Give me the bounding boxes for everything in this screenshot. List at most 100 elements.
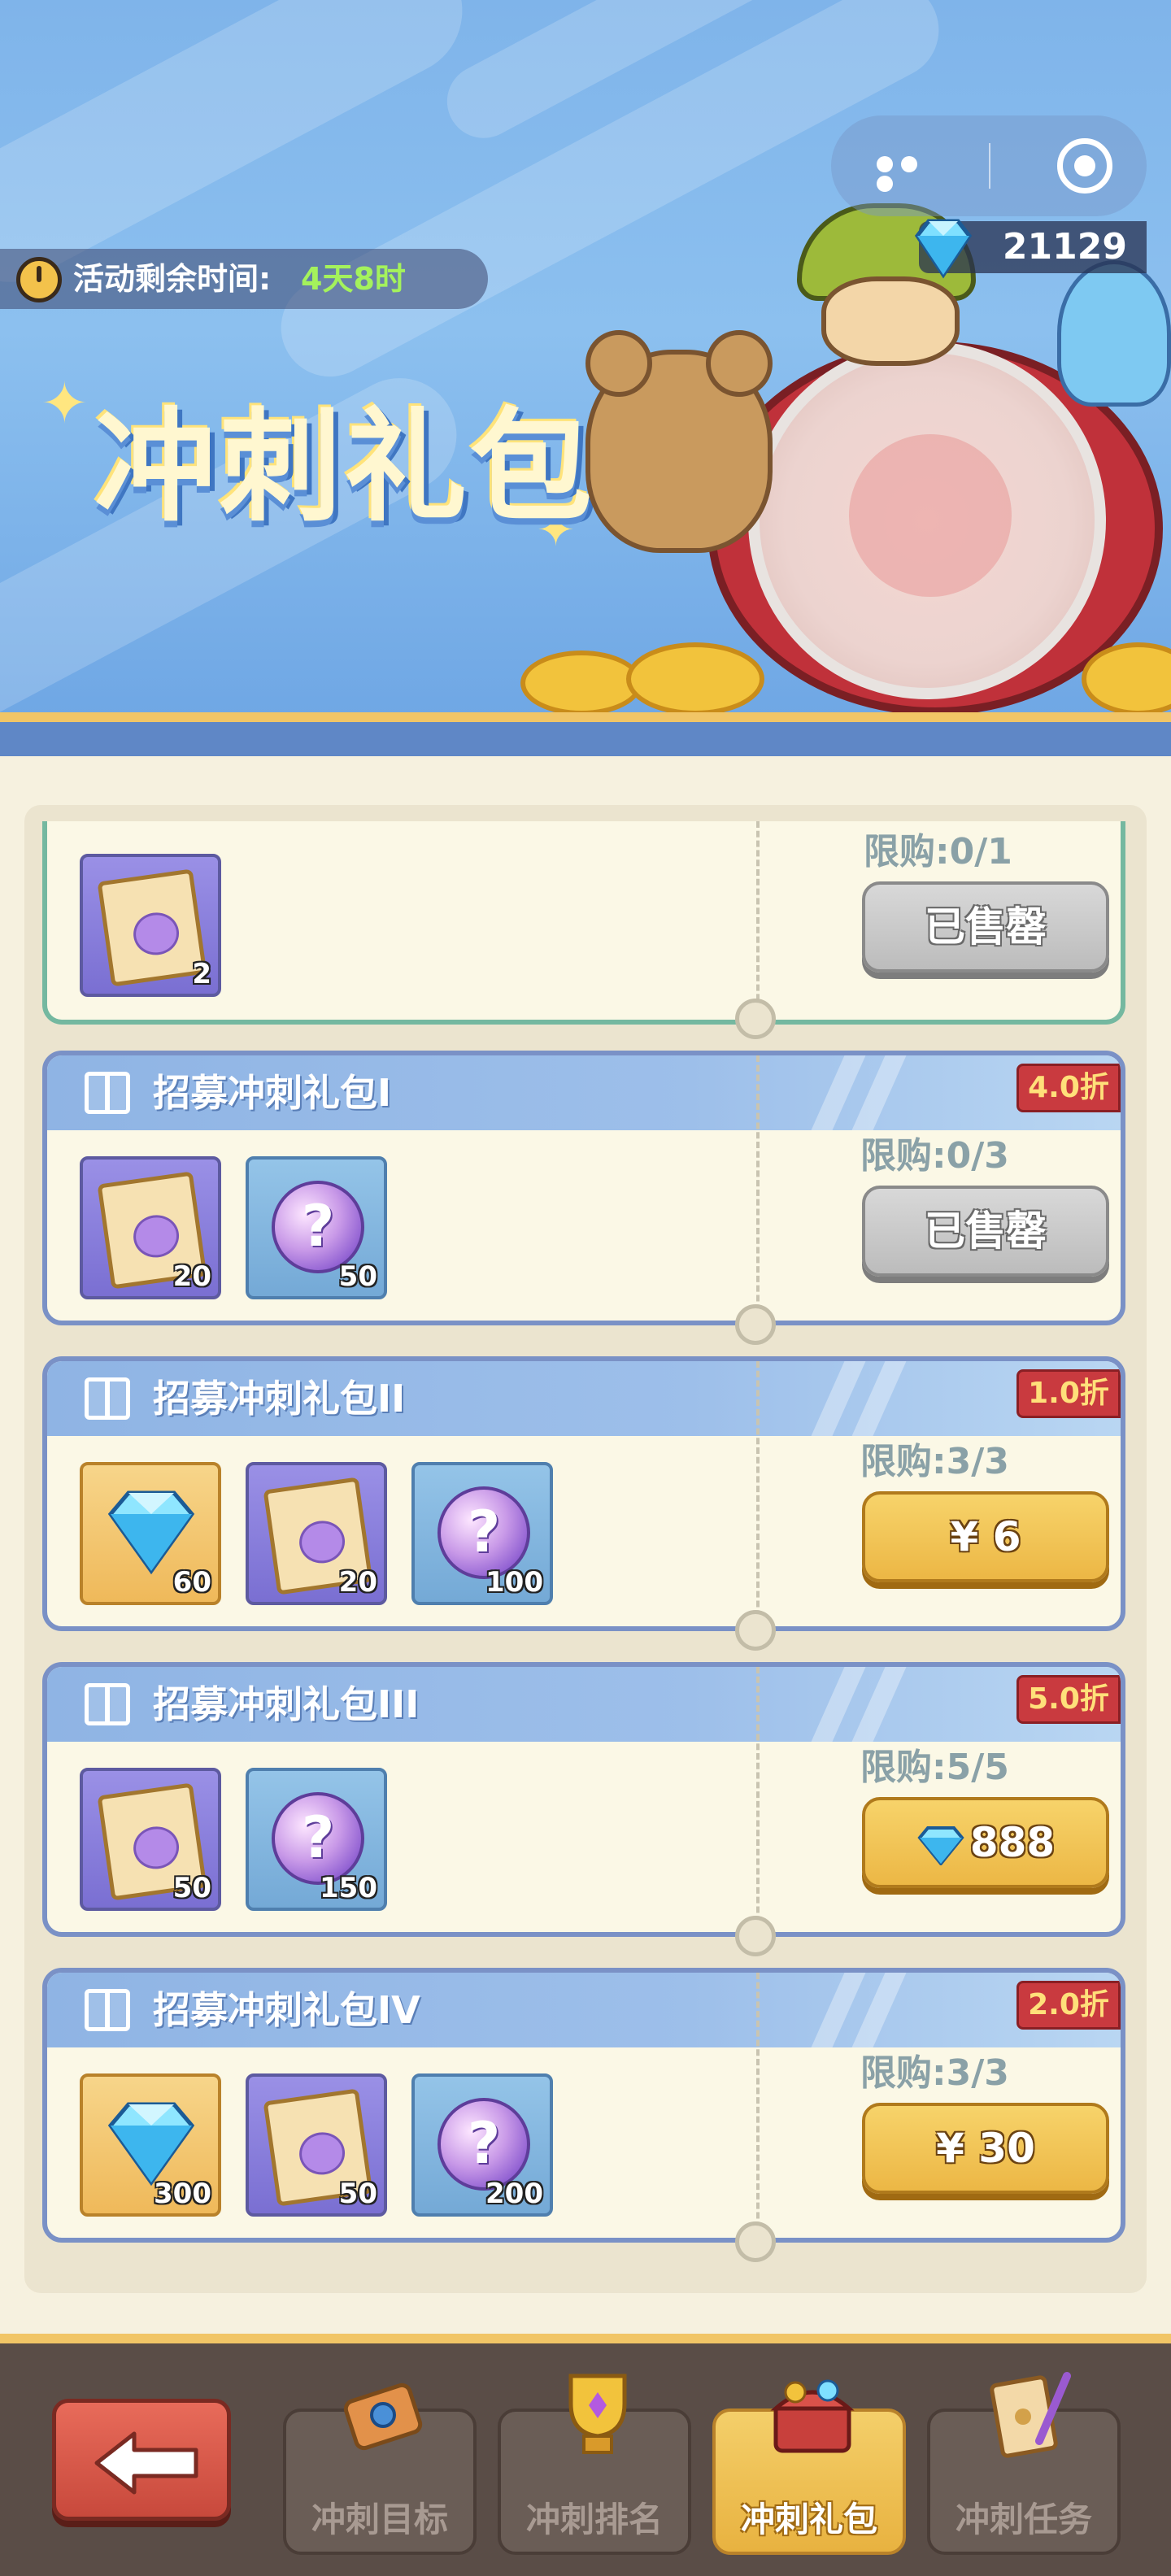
purchase-limit: 限购:5/5 — [860, 1747, 1009, 1788]
item-quantity: 300 — [154, 2178, 211, 2210]
ticket-notch — [735, 1610, 776, 1651]
tab-sprint-goal[interactable]: 冲刺目标 — [283, 2382, 477, 2555]
reward-item[interactable]: 60 — [80, 1462, 221, 1605]
item-quantity: 20 — [338, 1566, 377, 1599]
back-button[interactable] — [52, 2399, 231, 2521]
reward-item[interactable]: ? 100 — [411, 1462, 553, 1605]
item-quantity: 60 — [172, 1566, 211, 1599]
tab-label: 冲刺目标 — [311, 2500, 448, 2539]
reward-item[interactable]: 20 — [246, 1462, 387, 1605]
bear-character — [586, 330, 773, 553]
mystery-orb-icon: ? — [437, 1486, 530, 1579]
arrow-left-icon — [94, 2431, 198, 2495]
tab-label: 冲刺任务 — [955, 2500, 1092, 2539]
item-quantity: 50 — [338, 2178, 377, 2210]
panel-border — [0, 712, 1171, 761]
discount-badge: 5.0折 — [1016, 1675, 1121, 1724]
gift-icon — [85, 1683, 130, 1725]
item-quantity: 100 — [485, 1566, 543, 1599]
sold-out-button[interactable]: 已售罄 — [862, 1186, 1109, 1277]
close-target-icon[interactable] — [1057, 138, 1112, 194]
gift-icon — [85, 1989, 130, 2031]
pack-name: 招募冲刺礼包I — [153, 1071, 392, 1115]
page-title: 冲刺礼包 — [94, 397, 596, 538]
sold-out-button[interactable]: 已售罄 — [862, 881, 1109, 973]
gem-balance: 21129 — [914, 219, 1147, 279]
mystery-orb-icon: ? — [272, 1181, 364, 1273]
recruit-scroll-icon — [97, 868, 207, 987]
buy-button[interactable]: ¥ 6 — [862, 1491, 1109, 1582]
gift-pack-card: 招募冲刺礼包I 4.0折 20 ? 50 限购:0/3 已售罄 — [42, 1051, 1125, 1325]
discount-badge: 4.0折 — [1016, 1064, 1121, 1112]
diamond-icon — [107, 2102, 195, 2187]
treasure-chest-icon — [770, 2379, 855, 2453]
gold-coin — [626, 642, 764, 716]
event-timer: 活动剩余时间: 4天8时 — [0, 249, 488, 309]
pack-header: 招募冲刺礼包III — [47, 1667, 1121, 1742]
timer-label: 活动剩余时间: — [73, 261, 272, 297]
tab-sprint-ranking[interactable]: 冲刺排名 — [498, 2374, 691, 2555]
item-quantity: 200 — [485, 2178, 543, 2210]
reward-item[interactable]: 300 — [80, 2073, 221, 2217]
clock-icon — [16, 257, 62, 302]
gift-icon — [85, 1072, 130, 1114]
buy-button[interactable]: ¥ 30 — [862, 2103, 1109, 2194]
more-icon[interactable] — [877, 156, 942, 192]
reward-item[interactable]: 20 — [80, 1156, 221, 1299]
mini-program-capsule — [831, 115, 1147, 216]
ticket-notch — [735, 999, 776, 1039]
pack-name: 招募冲刺礼包III — [153, 1682, 420, 1726]
pack-name: 招募冲刺礼包IV — [153, 1988, 420, 2032]
item-quantity: 2 — [192, 958, 211, 990]
item-quantity: 50 — [172, 1872, 211, 1904]
purchase-limit: 限购:0/3 — [860, 1135, 1009, 1177]
reward-item[interactable]: ? 200 — [411, 2073, 553, 2217]
diamond-icon — [107, 1490, 195, 1575]
blue-fairy-character — [1057, 260, 1171, 407]
mystery-orb-icon: ? — [437, 2098, 530, 2191]
purchase-limit: 限购:3/3 — [860, 1441, 1009, 1482]
gift-pack-card: 2 限购:0/1 已售罄 — [42, 821, 1125, 1025]
gift-pack-card: 招募冲刺礼包III 5.0折 50 ? 150 限购:5/5 888 — [42, 1662, 1125, 1937]
buy-with-gems-button[interactable]: 888 — [862, 1797, 1109, 1888]
pack-header: 招募冲刺礼包II — [47, 1361, 1121, 1436]
reward-item[interactable]: 50 — [246, 2073, 387, 2217]
purchase-limit: 限购:0/1 — [864, 831, 1012, 872]
diamond-icon — [917, 1825, 964, 1865]
purchase-limit: 限购:3/3 — [860, 2052, 1009, 2094]
trophy-icon — [568, 2374, 627, 2454]
reward-item[interactable]: ? 50 — [246, 1156, 387, 1299]
mystery-orb-icon: ? — [272, 1792, 364, 1885]
diamond-icon — [914, 219, 973, 279]
gold-coin — [520, 651, 642, 716]
event-banner: ✦ ✦ 冲刺礼包 活动剩余时间: 4天8时 21129 — [0, 0, 1171, 732]
quest-letter-icon — [990, 2372, 1071, 2458]
reward-item[interactable]: 50 — [80, 1768, 221, 1911]
bottom-nav: 冲刺目标 冲刺排名 冲刺礼包 冲刺任务 — [0, 2334, 1171, 2576]
gem-price: 888 — [969, 1819, 1056, 1866]
tab-sprint-task[interactable]: 冲刺任务 — [927, 2372, 1121, 2555]
tab-sprint-pack[interactable]: 冲刺礼包 — [712, 2379, 906, 2555]
flame-emblem-icon — [849, 434, 1012, 597]
ticket-notch — [735, 1916, 776, 1956]
pack-name: 招募冲刺礼包II — [153, 1377, 406, 1421]
gift-icon — [85, 1377, 130, 1420]
discount-badge: 2.0折 — [1016, 1981, 1121, 2030]
pack-header: 招募冲刺礼包IV — [47, 1973, 1121, 2047]
gift-pack-card: 招募冲刺礼包II 1.0折 60 20 ? 100 限购:3/3 ¥ 6 — [42, 1356, 1125, 1631]
drum-face — [748, 342, 1106, 699]
tab-label: 冲刺礼包 — [740, 2500, 877, 2539]
discount-badge: 1.0折 — [1016, 1369, 1121, 1418]
pack-header: 招募冲刺礼包I — [47, 1055, 1121, 1130]
gem-count: 21129 — [1002, 226, 1127, 268]
sparkle-icon: ✦ — [41, 370, 89, 437]
item-quantity: 50 — [338, 1260, 377, 1293]
gift-pack-card: 招募冲刺礼包IV 2.0折 300 50 ? 200 限购:3/3 ¥ 30 — [42, 1968, 1125, 2243]
reward-item[interactable]: ? 150 — [246, 1768, 387, 1911]
scroll-banner-icon — [343, 2382, 423, 2451]
ticket-notch — [735, 2221, 776, 2262]
reward-item[interactable]: 2 — [80, 854, 221, 997]
tab-label: 冲刺排名 — [525, 2500, 663, 2539]
item-quantity: 150 — [320, 1872, 377, 1904]
item-quantity: 20 — [172, 1260, 211, 1293]
